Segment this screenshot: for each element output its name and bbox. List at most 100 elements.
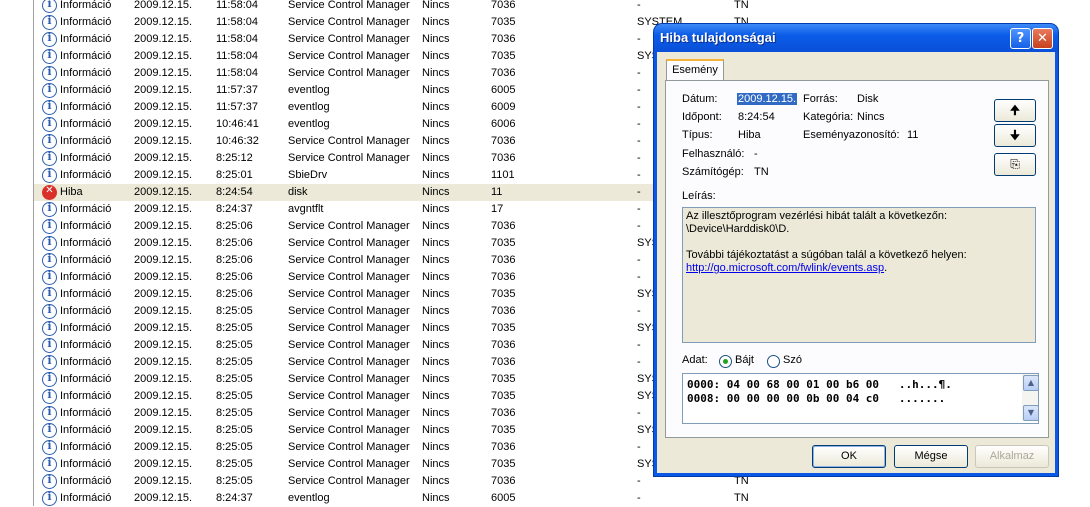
type-value[interactable]: Hiba	[738, 129, 761, 141]
cell-event-id: 7036	[491, 475, 516, 487]
info-icon	[42, 14, 57, 30]
source-label: Forrás:	[803, 93, 838, 105]
hex-data-box[interactable]: 0000: 04 00 68 00 01 00 b6 00 ..h...¶. 0…	[682, 373, 1039, 424]
info-icon	[42, 235, 57, 251]
description-box[interactable]: Az illesztőprogram vezérlési hibát talál…	[682, 207, 1036, 343]
cell-user: -	[637, 67, 641, 79]
cell-date: 2009.12.15.	[134, 135, 193, 147]
scroll-down-icon[interactable]: ▼	[1023, 405, 1039, 421]
copy-button[interactable]: ⎘	[994, 153, 1036, 176]
table-row[interactable]: Információ 2009.12.15. 8:24:37 eventlog Ninc…	[34, 490, 774, 507]
cell-event-id: 7036	[491, 220, 516, 232]
help-button[interactable]: ?	[1010, 28, 1031, 49]
cell-time: 8:25:05	[216, 475, 253, 487]
cell-category: Nincs	[422, 288, 450, 300]
info-icon	[42, 473, 57, 489]
cell-source: Service Control Manager	[288, 288, 410, 300]
cell-category: Nincs	[422, 458, 450, 470]
cell-source: Service Control Manager	[288, 50, 410, 62]
cell-user: -	[637, 305, 641, 317]
cell-event-id: 7035	[491, 458, 516, 470]
cell-event-id: 7035	[491, 50, 516, 62]
cell-event-id: 7035	[491, 322, 516, 334]
cell-type: Információ	[60, 67, 112, 79]
description-link[interactable]: http://go.microsoft.com/fwlink/events.as…	[686, 262, 884, 274]
source-value[interactable]: Disk	[857, 93, 878, 105]
cell-category: Nincs	[422, 16, 450, 28]
hex-scrollbar[interactable]: ▲ ▼	[1022, 374, 1039, 421]
radio-words[interactable]	[767, 355, 780, 368]
date-value[interactable]: 2009.12.15.	[737, 93, 798, 105]
cell-type: Információ	[60, 458, 112, 470]
description-link-suffix: .	[884, 262, 888, 274]
ok-button[interactable]: OK	[812, 445, 886, 468]
description-label: Leírás:	[682, 190, 716, 202]
cell-time: 8:25:06	[216, 254, 253, 266]
cell-time: 11:58:04	[216, 16, 259, 28]
cell-category: Nincs	[422, 390, 450, 402]
cell-type: Információ	[60, 0, 112, 11]
cell-date: 2009.12.15.	[134, 356, 193, 368]
radio-words-label[interactable]: Szó	[783, 354, 802, 366]
cell-category: Nincs	[422, 237, 450, 249]
cancel-button[interactable]: Mégse	[894, 445, 968, 468]
cell-time: 8:25:06	[216, 288, 253, 300]
computer-label: Számítógép:	[682, 166, 744, 178]
arrow-down-icon: 🠋	[1010, 128, 1020, 142]
previous-event-button[interactable]: 🠉	[994, 99, 1036, 122]
error-icon	[42, 185, 57, 200]
cell-category: Nincs	[422, 220, 450, 232]
dialog-title: Hiba tulajdonságai	[660, 30, 776, 45]
dialog-titlebar[interactable]: Hiba tulajdonságai ? ✕	[654, 24, 1058, 52]
cell-time: 8:24:37	[216, 492, 253, 504]
cell-category: Nincs	[422, 118, 450, 130]
cell-event-id: 7035	[491, 424, 516, 436]
cell-category: Nincs	[422, 84, 450, 96]
cell-source: Service Control Manager	[288, 271, 410, 283]
info-icon	[42, 286, 57, 302]
computer-value[interactable]: TN	[754, 166, 769, 178]
cell-category: Nincs	[422, 186, 450, 198]
cell-type: Információ	[60, 441, 112, 453]
time-value[interactable]: 8:24:54	[738, 111, 775, 123]
cell-date: 2009.12.15.	[134, 0, 193, 11]
cell-time: 8:25:05	[216, 322, 253, 334]
cell-event-id: 6005	[491, 84, 516, 96]
cell-event-id: 7036	[491, 152, 516, 164]
radio-bytes-label[interactable]: Bájt	[735, 354, 754, 366]
scroll-up-icon[interactable]: ▲	[1023, 375, 1039, 391]
radio-bytes[interactable]	[719, 355, 732, 368]
tab-event[interactable]: Esemény	[666, 59, 724, 81]
cell-source: Service Control Manager	[288, 356, 410, 368]
info-icon	[42, 167, 57, 183]
cell-user: -	[637, 254, 641, 266]
cell-date: 2009.12.15.	[134, 101, 193, 113]
cell-time: 8:25:05	[216, 424, 253, 436]
user-value[interactable]: -	[754, 148, 758, 160]
cell-category: Nincs	[422, 322, 450, 334]
cell-event-id: 7036	[491, 33, 516, 45]
cell-source: Service Control Manager	[288, 458, 410, 470]
event-id-value[interactable]: 11	[907, 129, 918, 141]
apply-button[interactable]: Alkalmaz	[975, 445, 1049, 468]
cell-date: 2009.12.15.	[134, 84, 193, 96]
cell-type: Információ	[60, 475, 112, 487]
cell-user: -	[637, 441, 641, 453]
next-event-button[interactable]: 🠋	[994, 124, 1036, 147]
cell-time: 8:25:06	[216, 237, 253, 249]
cell-type: Információ	[60, 16, 112, 28]
cell-user: -	[637, 152, 641, 164]
cell-category: Nincs	[422, 373, 450, 385]
info-icon	[42, 99, 57, 115]
cell-event-id: 7035	[491, 237, 516, 249]
table-row[interactable]: Információ 2009.12.15. 11:58:04 Service Con…	[34, 0, 774, 14]
cell-type: Információ	[60, 271, 112, 283]
cell-event-id: 11	[491, 186, 503, 198]
close-button[interactable]: ✕	[1032, 28, 1053, 49]
cell-date: 2009.12.15.	[134, 220, 193, 232]
cell-event-id: 6005	[491, 492, 516, 504]
info-icon	[42, 405, 57, 421]
description-help-text: További tájékoztatást a súgóban talál a …	[686, 249, 967, 261]
cell-category: Nincs	[422, 203, 450, 215]
category-value[interactable]: Nincs	[857, 111, 885, 123]
